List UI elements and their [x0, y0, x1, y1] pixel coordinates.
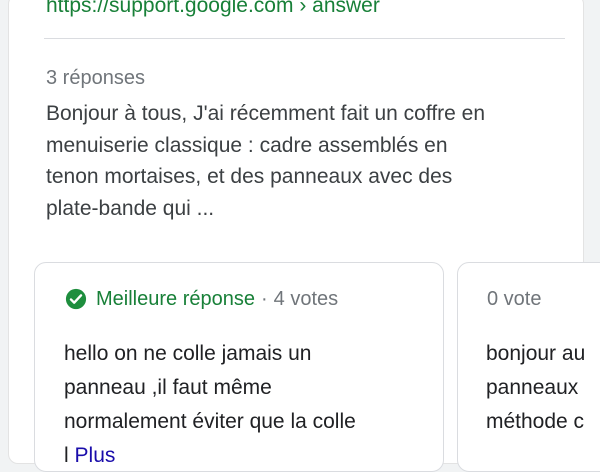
- answer-card[interactable]: 0 vote bonjour au panneaux méthode c: [457, 262, 600, 472]
- more-link[interactable]: Plus: [75, 444, 116, 467]
- snippet-line: menuiserie classique : cadre assemblés e…: [46, 133, 448, 157]
- answer-header: 0 vote: [487, 285, 541, 313]
- snippet-line: tenon mortaises, et des panneaux avec de…: [46, 165, 453, 188]
- result-url[interactable]: https://support.google.com › answer: [46, 0, 380, 19]
- answer-line: bonjour au: [486, 342, 586, 365]
- best-answer-header: Meilleure réponse · 4 votes: [65, 285, 338, 313]
- snippet-line: Bonjour à tous, J'ai récemment fait un c…: [46, 102, 486, 125]
- vote-count: 4 votes: [273, 288, 339, 310]
- answer-line: panneaux: [486, 376, 579, 399]
- result-divider: [44, 38, 565, 39]
- check-circle-icon: [65, 288, 87, 310]
- answer-line: panneau ,il faut même: [64, 376, 272, 399]
- result-snippet: Bonjour à tous, J'ai récemment fait un c…: [46, 98, 576, 224]
- answer-partial-text: l: [64, 444, 69, 467]
- answer-line: hello on ne colle jamais un: [64, 342, 312, 365]
- answer-line-partial: l Plus: [64, 439, 434, 471]
- vote-count: 0 vote: [487, 288, 542, 310]
- answer-text: bonjour au panneaux méthode c: [486, 337, 600, 439]
- best-answer-text: hello on ne colle jamais un panneau ,il …: [64, 337, 434, 471]
- vote-separator: ·: [260, 288, 268, 310]
- snippet-line: plate-bande qui ...: [46, 196, 215, 220]
- answer-line: méthode c: [486, 410, 585, 433]
- reply-count: 3 réponses: [46, 67, 145, 89]
- best-answer-card[interactable]: Meilleure réponse · 4 votes hello on ne …: [34, 262, 444, 472]
- best-answer-label: Meilleure réponse: [96, 288, 255, 310]
- answer-line: normalement éviter que la colle: [64, 410, 356, 433]
